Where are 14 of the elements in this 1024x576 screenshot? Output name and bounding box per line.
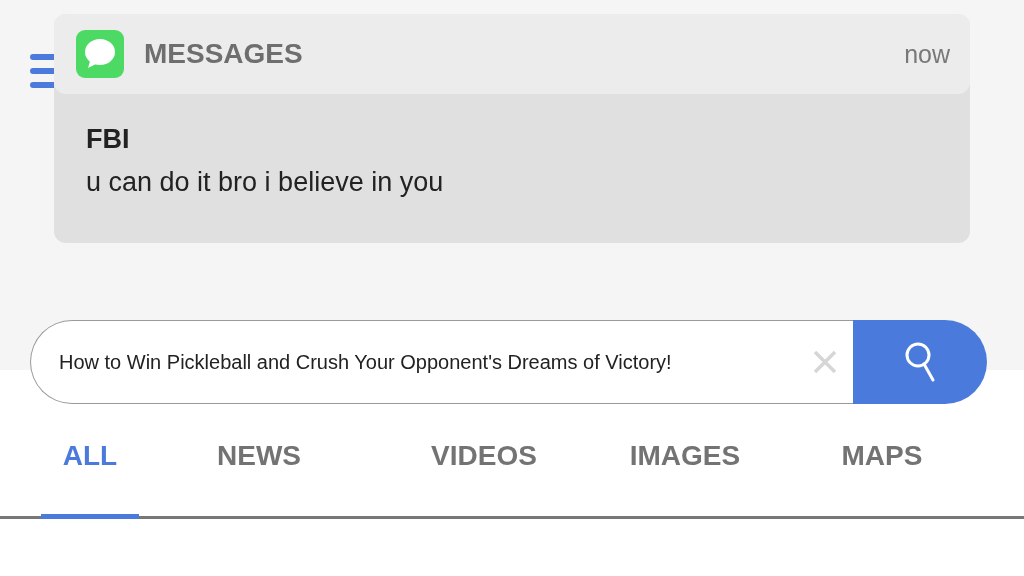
- menu-icon[interactable]: [30, 53, 54, 89]
- tab[interactable]: NEWS: [195, 430, 323, 519]
- tab[interactable]: VIDEOS: [409, 430, 559, 519]
- notification-time: now: [904, 39, 950, 69]
- search-icon: [904, 341, 936, 383]
- app-name: MESSAGES: [144, 38, 304, 70]
- sender-name: FBI: [86, 124, 131, 155]
- search-field[interactable]: How to Win Pickleball and Crush Your Opponent's Dreams of Victory!: [30, 320, 853, 404]
- search-button[interactable]: [853, 320, 987, 404]
- tab[interactable]: IMAGES: [607, 430, 763, 519]
- tab[interactable]: MAPS: [819, 430, 945, 519]
- tab[interactable]: ALL: [40, 430, 140, 519]
- chat-bubble-icon: [76, 30, 124, 78]
- message-text: u can do it bro i believe in you: [86, 167, 445, 198]
